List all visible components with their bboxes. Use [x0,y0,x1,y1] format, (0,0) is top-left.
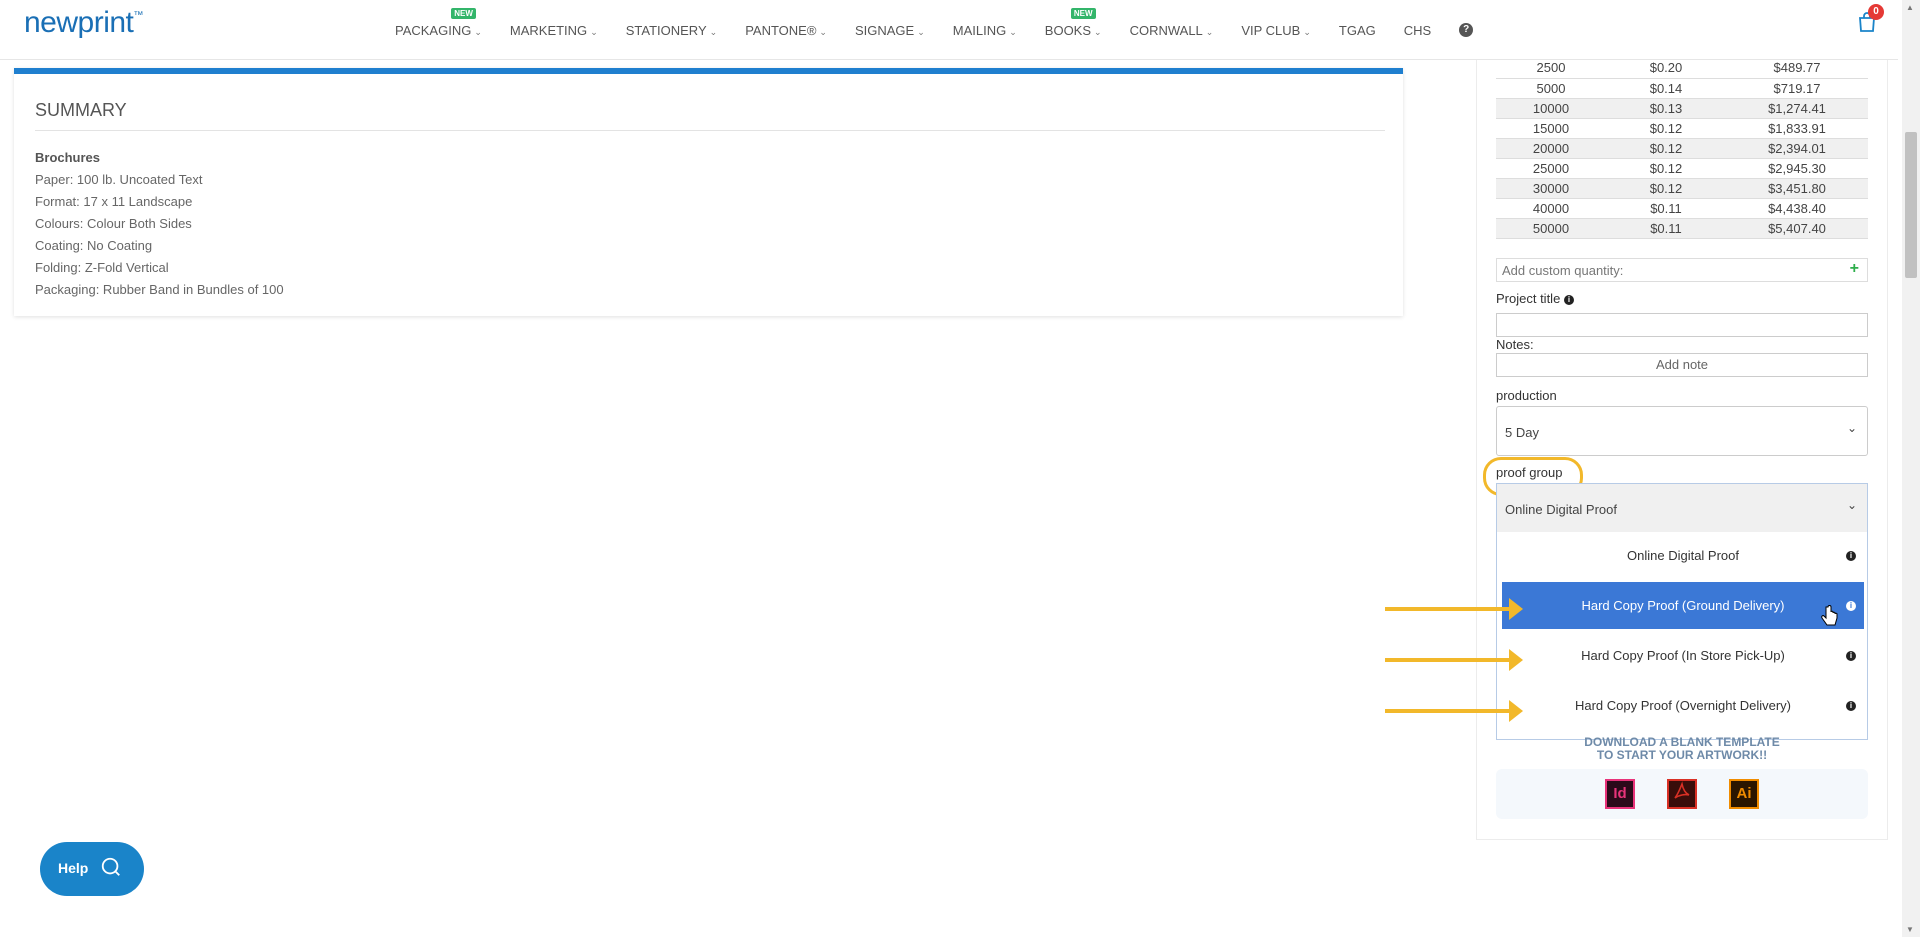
production-select[interactable]: 5 Day ⌄ [1496,406,1868,456]
newprint-logo[interactable]: newprint™ [24,6,143,40]
acrobat-icon [1674,781,1690,799]
chevron-down-icon: ⌄ [917,26,925,37]
nav-chs[interactable]: CHS [1404,23,1431,38]
chevron-down-icon: ⌄ [1846,498,1857,512]
project-title-input[interactable] [1496,313,1868,337]
summary-details: Brochures Paper: 100 lb. Uncoated Text F… [35,147,284,301]
price-row[interactable]: 10000 $0.13 $1,274.41 [1496,98,1868,119]
chevron-down-icon: ⌄ [709,26,718,37]
notes-label: Notes: [1496,337,1534,352]
summary-line: Coating: No Coating [35,238,153,253]
help-button[interactable]: Help [40,842,144,896]
proof-group-select[interactable]: Online Digital Proof ⌄ [1496,483,1868,533]
price-row[interactable]: 30000 $0.12 $3,451.80 [1496,178,1868,199]
info-icon[interactable]: i [1846,651,1856,661]
annotation-arrow [1385,598,1523,620]
price-row[interactable]: 5000 $0.14 $719.17 [1496,78,1868,99]
chevron-down-icon: ⌄ [1205,26,1214,37]
scroll-thumb[interactable] [1905,132,1917,278]
price-row[interactable]: 2500 $0.20 $489.77 [1496,58,1868,79]
nav-signage[interactable]: SIGNAGE ⌄ [855,23,925,38]
template-downloads: Id Ai [1496,769,1868,819]
price-row[interactable]: 50000 $0.11 $5,407.40 [1496,218,1868,239]
download-template-text: DOWNLOAD A BLANK TEMPLATE TO START YOUR … [1584,735,1780,762]
annotation-arrow [1385,700,1523,722]
nav-mailing[interactable]: MAILING ⌄ [953,23,1017,38]
chevron-down-icon: ⌄ [819,26,827,37]
chevron-down-icon: ⌄ [474,26,482,37]
help-question-icon[interactable]: ? [1459,23,1474,37]
summary-line: Packaging: Rubber Band in Bundles of 100 [35,282,284,297]
chevron-down-icon: ⌄ [1846,421,1857,435]
top-header: newprint™ PACKAGING ⌄ NEW MARKETING ⌄ STATI… [0,0,1898,60]
summary-title: SUMMARY [35,100,127,120]
nav-vip-club[interactable]: VIP CLUB ⌄ [1241,23,1311,38]
summary-panel: SUMMARY Brochures Paper: 100 lb. Uncoate… [14,68,1403,316]
production-label: production [1496,388,1557,403]
info-icon[interactable]: i [1846,601,1856,611]
pdf-icon[interactable] [1667,779,1697,809]
project-title-label: Project title i [1496,291,1574,306]
add-note-button[interactable]: Add note [1496,353,1868,377]
info-icon[interactable]: i [1846,551,1856,561]
nav-stationery[interactable]: STATIONERY ⌄ [626,23,717,38]
nav-pantone[interactable]: PANTONE® ⌄ [745,23,827,38]
custom-quantity-input[interactable]: Add custom quantity: + [1496,258,1868,282]
chevron-down-icon: ⌄ [1303,26,1311,37]
summary-line: Format: 17 x 11 Landscape [35,194,193,209]
summary-product: Brochures [35,150,101,165]
nav-books[interactable]: BOOKS ⌄ NEW [1045,7,1102,38]
new-badge: NEW [451,7,476,19]
nav-packaging[interactable]: PACKAGING ⌄ NEW [395,7,482,38]
nav-marketing[interactable]: MARKETING ⌄ [510,23,598,38]
proof-group-dropdown: Online Digital Proof i Hard Copy Proof (G… [1496,532,1868,740]
nav-cornwall[interactable]: CORNWALL ⌄ [1130,23,1214,38]
info-icon[interactable]: i [1563,294,1574,305]
proof-option[interactable]: Online Digital Proof i [1502,532,1864,579]
hand-cursor-icon [1821,605,1838,626]
proof-option[interactable]: Hard Copy Proof (In Store Pick-Up) i [1502,632,1864,679]
scroll-down-arrow[interactable]: ▼ [1906,925,1914,934]
new-badge: NEW [1070,7,1096,19]
plus-icon[interactable]: + [1850,260,1859,278]
info-icon[interactable]: i [1846,701,1856,711]
summary-line: Folding: Z-Fold Vertical [35,260,169,275]
price-row[interactable]: 25000 $0.12 $2,945.30 [1496,158,1868,179]
price-row[interactable]: 20000 $0.12 $2,394.01 [1496,138,1868,159]
cart-count-badge: 0 [1868,4,1884,20]
proof-option-selected[interactable]: Hard Copy Proof (Ground Delivery) i [1502,582,1864,629]
divider [35,130,1385,131]
summary-line: Colours: Colour Both Sides [35,216,192,231]
search-help-icon [101,857,120,876]
chevron-down-icon: ⌄ [1094,26,1102,37]
main-nav: PACKAGING ⌄ NEW MARKETING ⌄ STATIONERY ⌄ PAN… [395,0,1474,60]
chevron-down-icon: ⌄ [1009,26,1017,37]
illustrator-icon[interactable]: Ai [1729,779,1759,809]
annotation-arrow [1385,649,1523,671]
price-table: 2500 $0.20 $489.77 5000 $0.14 $719.17 10000 $… [1496,58,1868,239]
chevron-down-icon: ⌄ [590,26,598,37]
scroll-up-arrow[interactable]: ▲ [1906,3,1914,12]
indesign-icon[interactable]: Id [1605,779,1635,809]
proof-option[interactable]: Hard Copy Proof (Overnight Delivery) i [1502,682,1864,729]
price-row[interactable]: 40000 $0.11 $4,438.40 [1496,198,1868,219]
nav-tgag[interactable]: TGAG [1339,23,1376,38]
summary-line: Paper: 100 lb. Uncoated Text [35,172,203,187]
price-row[interactable]: 15000 $0.12 $1,833.91 [1496,118,1868,139]
